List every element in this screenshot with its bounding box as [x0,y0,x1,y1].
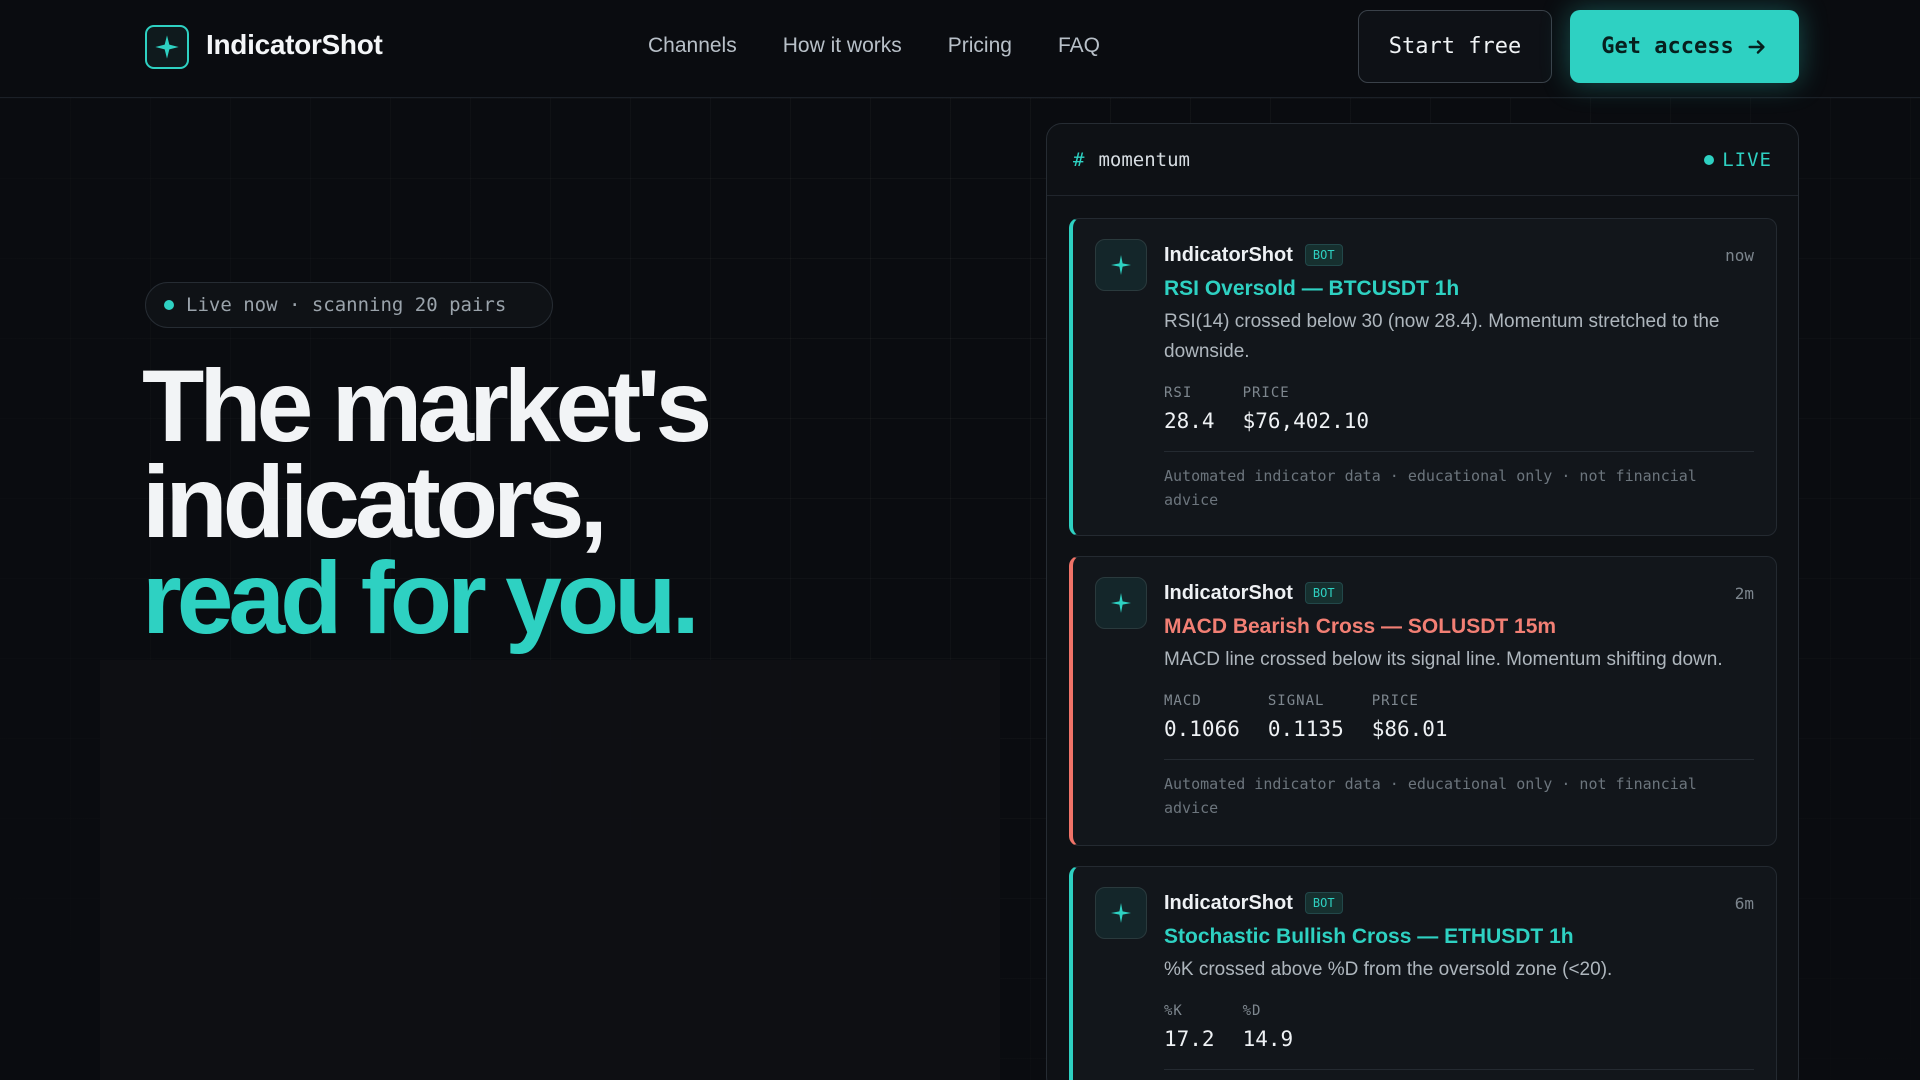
nav-faq[interactable]: FAQ [1058,34,1100,58]
brand-name[interactable]: IndicatorShot [206,29,383,61]
channel-name[interactable]: momentum [1098,149,1190,171]
bot-avatar-sparkle-icon [1095,577,1147,629]
signal-title: Stochastic Bullish Cross — ETHUSDT 1h [1164,925,1574,948]
bot-avatar-sparkle-icon [1095,239,1147,291]
signal-metrics: RSI 28.4 PRICE $76,402.10 [1164,385,1754,433]
hero-line-1: The market's [142,349,712,463]
bot-badge: BOT [1304,892,1343,914]
signal-metrics: %K 17.2 %D 14.9 [1164,1003,1754,1051]
live-status-pill: Live now · scanning 20 pairs [145,282,553,328]
divider [1164,759,1754,760]
bot-badge: BOT [1304,244,1343,266]
live-dot-icon [164,300,174,310]
bot-badge: BOT [1304,582,1343,604]
metric-value: 0.1135 [1267,717,1344,741]
metric-label: %K [1164,1003,1183,1019]
get-access-button[interactable]: Get access [1570,10,1799,83]
arrow-right-icon [1748,39,1765,54]
metric: MACD 0.1066 [1164,693,1240,741]
message-time: 6m [1734,893,1754,913]
hero-line-3: read for you. [142,541,700,655]
metric: RSI 28.4 [1164,385,1215,433]
live-label: LIVE [1722,148,1772,171]
start-free-label: Start free [1388,34,1522,59]
metric-label: PRICE [1371,693,1419,709]
signal-description: RSI(14) crossed below 30 (now 28.4). Mom… [1164,311,1720,362]
nav-channels[interactable]: Channels [648,34,737,58]
logo-sparkle-icon[interactable] [145,25,189,69]
metric-value: $76,402.10 [1242,409,1370,433]
metric-value: 14.9 [1242,1027,1294,1051]
hash-icon: # [1073,148,1085,171]
message-author: IndicatorShot [1164,243,1293,266]
signal-description: %K crossed above %D from the oversold zo… [1164,959,1613,980]
metric-value: 28.4 [1164,409,1215,433]
nav-pricing[interactable]: Pricing [948,34,1012,58]
live-dot-icon [1704,154,1715,165]
signal-title: RSI Oversold — BTCUSDT 1h [1164,277,1460,300]
message-card: IndicatorShot BOT 6m Stochastic Bullish … [1069,866,1777,1080]
live-indicator: LIVE [1704,149,1772,171]
divider [1164,451,1754,452]
live-status-text: Live now · scanning 20 pairs [186,294,507,316]
metric: SIGNAL 0.1135 [1268,693,1344,741]
disclaimer: Automated indicator data · educational o… [1164,467,1697,509]
metric-label: PRICE [1242,385,1290,401]
signal-title: MACD Bearish Cross — SOLUSDT 15m [1164,615,1557,638]
divider [1164,1069,1754,1070]
nav-how-it-works[interactable]: How it works [783,34,902,58]
signal-metrics: MACD 0.1066 SIGNAL 0.1135 PRICE $86.01 [1164,693,1754,741]
message-author: IndicatorShot [1164,891,1293,914]
channel-preview-panel: # momentum LIVE IndicatorShot BOT now RS… [1046,123,1799,1080]
channel-header: # momentum LIVE [1047,124,1798,196]
message-card: IndicatorShot BOT 2m MACD Bearish Cross … [1069,556,1777,846]
start-free-button[interactable]: Start free [1358,10,1552,83]
metric: PRICE $76,402.10 [1243,385,1369,433]
metric: %D 14.9 [1243,1003,1294,1051]
message-time: 2m [1734,583,1754,603]
metric-label: MACD [1164,693,1202,709]
metric: %K 17.2 [1164,1003,1215,1051]
metric-value: 17.2 [1164,1027,1215,1051]
disclaimer: Automated indicator data · educational o… [1164,775,1697,817]
message-time: now [1725,245,1754,265]
hero-line-2: indicators, [142,445,608,559]
bot-avatar-sparkle-icon [1095,887,1147,939]
site-header: IndicatorShot Channels How it works Pric… [0,0,1920,98]
metric-label: RSI [1164,385,1193,401]
get-access-label: Get access [1601,34,1734,59]
metric-label: %D [1242,1003,1262,1019]
metric-value: $86.01 [1371,717,1448,741]
hero-headline: The market's indicators, read for you. [142,349,712,655]
metric-value: 0.1066 [1164,717,1240,741]
hero-shade [100,660,1000,1080]
metric: PRICE $86.01 [1372,693,1448,741]
metric-label: SIGNAL [1267,693,1325,709]
message-card: IndicatorShot BOT now RSI Oversold — BTC… [1069,218,1777,536]
main-nav: Channels How it works Pricing FAQ [648,34,1100,58]
signal-description: MACD line crossed below its signal line.… [1164,649,1723,670]
message-author: IndicatorShot [1164,581,1293,604]
